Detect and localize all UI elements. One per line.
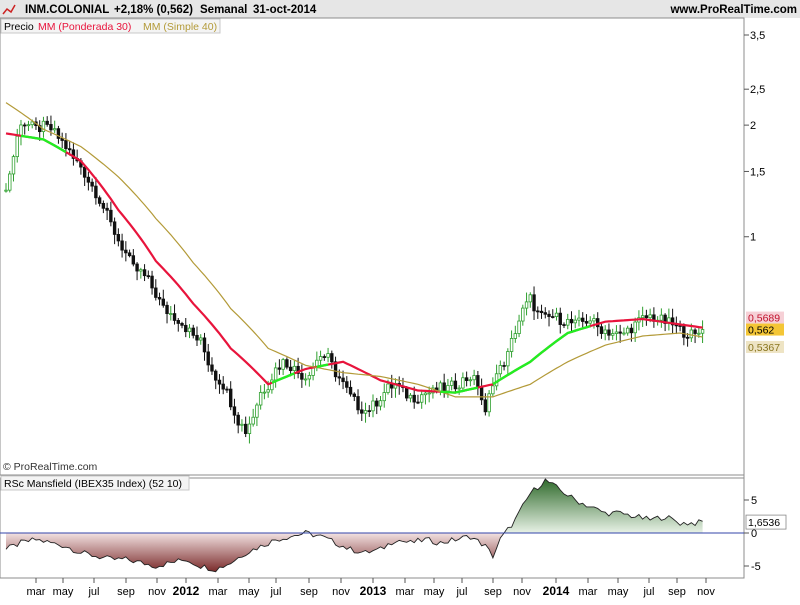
x-tick-label: jul [87,586,99,598]
legend-sma[interactable]: MM (Simple 40) [143,21,217,33]
wma-last-label-text: 0,5689 [748,313,780,325]
x-tick-label: sep [117,586,135,598]
price-tick-label: 2 [750,120,756,132]
close-last-label: 0,562 [746,323,784,337]
x-tick-label: nov [148,586,166,598]
x-tick-label: nov [697,586,715,598]
rsc-tick-label: -5 [751,561,761,573]
period-label: Semanal [200,4,247,16]
price-tick-label: 1 [750,232,756,244]
rsc-last-value: 1,6536 [748,517,780,529]
ticker-label: INM.COLONIAL [25,4,109,16]
candle [8,170,12,193]
x-tick-label: may [608,586,629,598]
x-tick-label: sep [484,586,502,598]
rsc-last-label: 1,6536 [745,514,787,530]
x-tick-label: jul [642,586,654,598]
chart-canvas: INM.COLONIAL +2,18% (0,562) Semanal 31-o… [0,0,800,600]
rsc-tick-label: 5 [751,495,757,507]
x-tick-label: mar [209,586,228,598]
wma-last-label: 0,5689 [746,311,784,325]
change-label: +2,18% (0,562) [114,4,193,16]
price-tick-label: 2,5 [750,84,765,96]
x-tick-label: mar [396,586,415,598]
x-tick-label: jul [455,586,467,598]
legend-price[interactable]: Precio [4,21,34,33]
x-tick-label: may [53,586,74,598]
x-tick-label: sep [300,586,318,598]
chart-stage: INM.COLONIAL +2,18% (0,562) Semanal 31-o… [0,0,800,600]
close-last-label-text: 0,562 [748,325,774,337]
last-price-labels: 0,5689 0,5367 0,562 [746,311,784,354]
x-tick-label: mar [27,586,46,598]
x-tick-label: sep [668,586,686,598]
date-label: 31-oct-2014 [253,4,317,16]
x-tick-label: may [239,586,260,598]
indicator-title[interactable]: RSc Mansfield (IBEX35 Index) (52 10) [4,478,182,490]
sma-last-label-text: 0,5367 [748,342,780,354]
sma-last-label: 0,5367 [746,340,784,354]
x-tick-label: may [424,586,445,598]
copyright-label: © ProRealTime.com [3,461,98,473]
x-tick-label: nov [513,586,531,598]
x-tick-label: 2012 [173,584,200,598]
x-tick-label: mar [579,586,598,598]
legend-wma[interactable]: MM (Ponderada 30) [38,21,131,33]
price-tick-label: 1,5 [750,166,765,178]
site-label: www.ProRealTime.com [669,4,797,16]
x-tick-label: 2014 [543,584,570,598]
x-tick-label: nov [332,586,350,598]
rsc-tick-label: 0 [751,528,757,540]
x-tick-label: 2013 [360,584,387,598]
x-tick-label: jul [269,586,281,598]
price-tick-label: 3,5 [750,30,765,42]
